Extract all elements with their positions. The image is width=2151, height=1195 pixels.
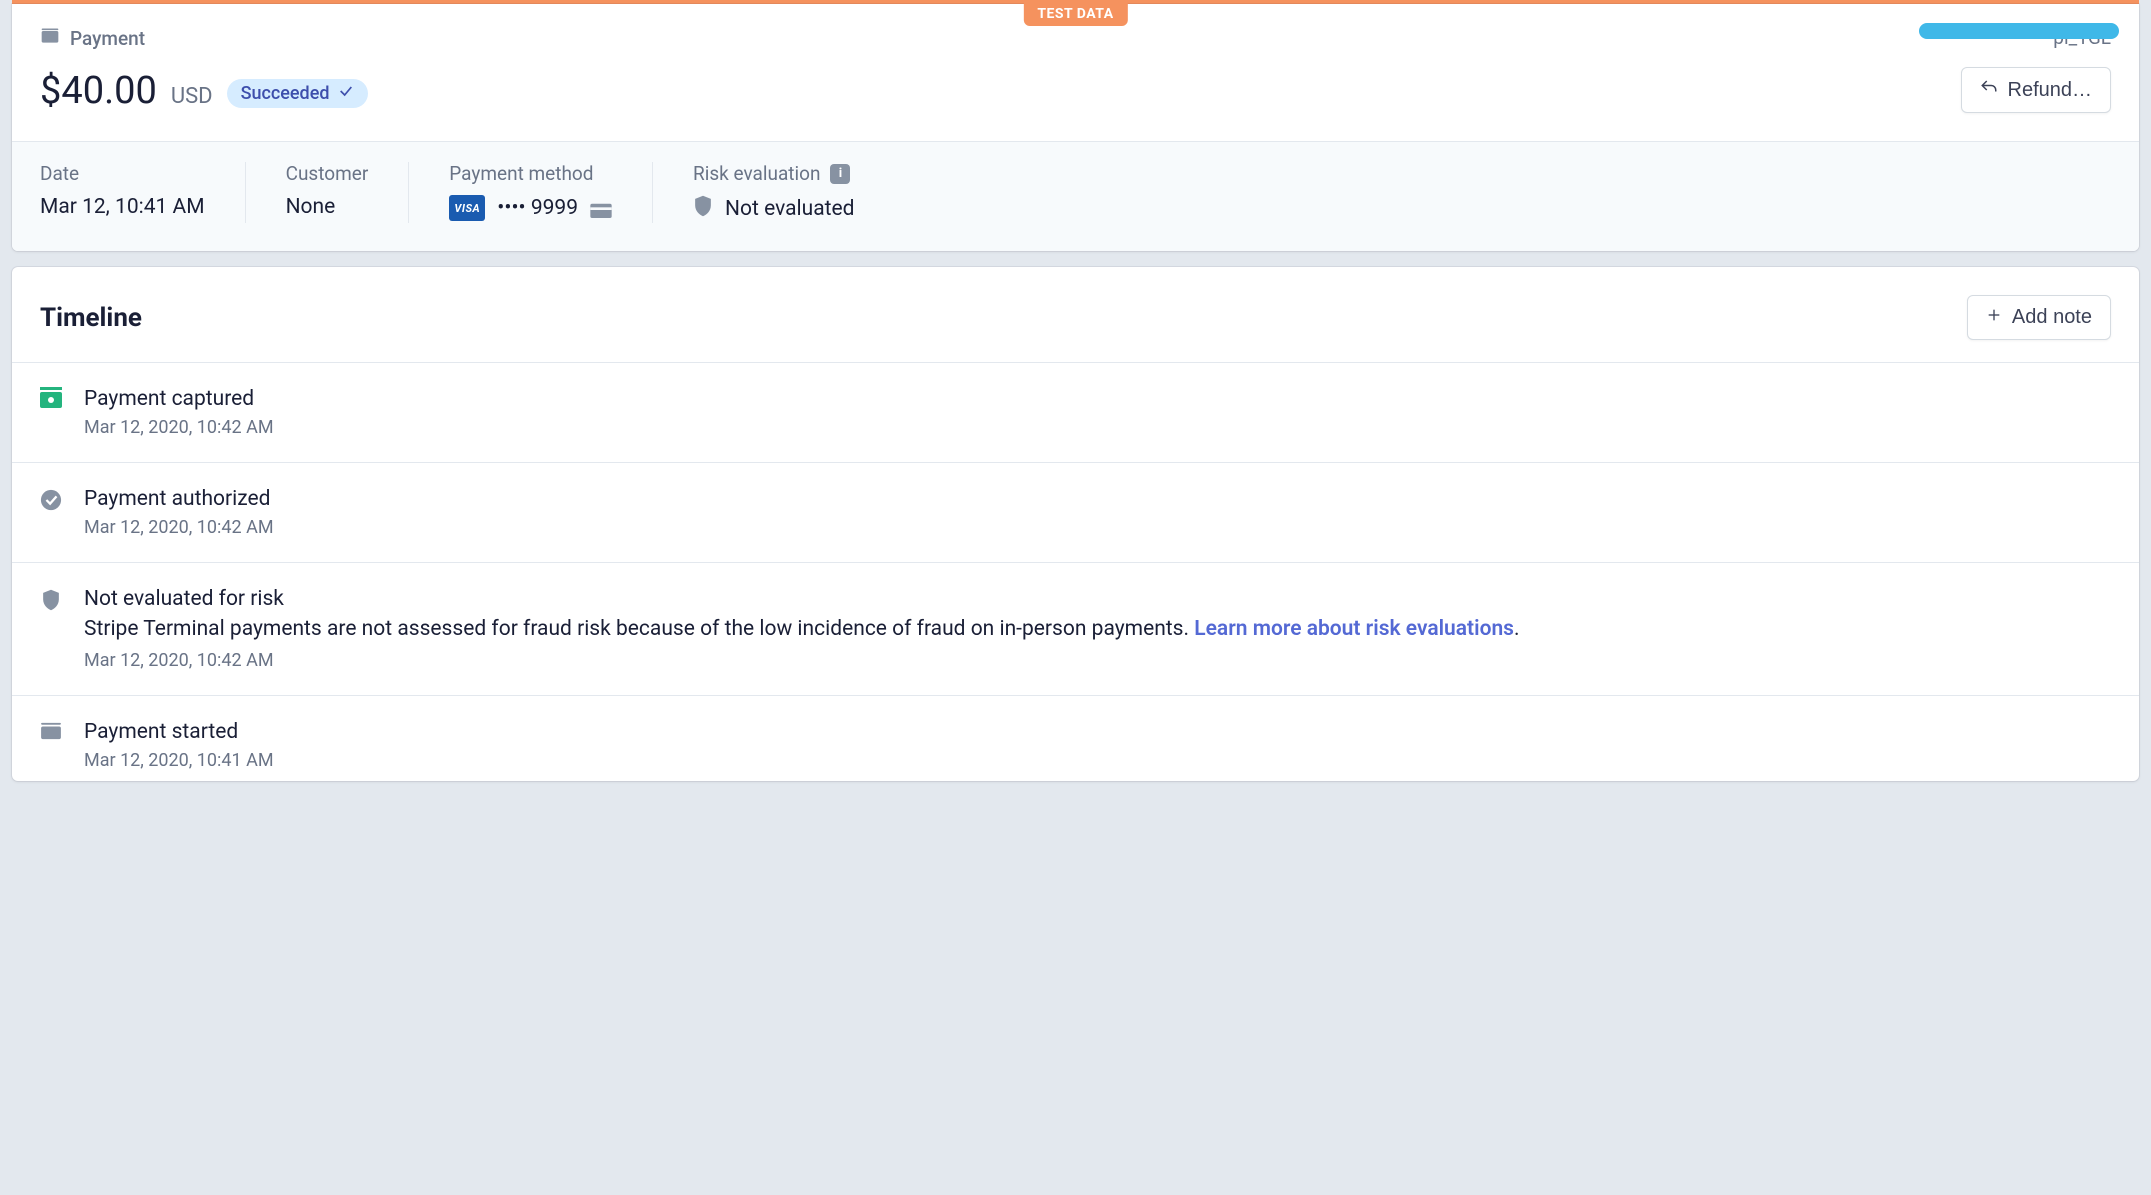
status-label: Succeeded — [241, 83, 330, 104]
visa-icon: VISA — [449, 195, 485, 221]
summary-customer-value: None — [286, 195, 369, 219]
timeline-desc-text: Stripe Terminal payments are not assesse… — [84, 617, 1194, 641]
timeline-item-title: Payment captured — [84, 387, 2111, 411]
check-circle-icon — [40, 489, 62, 511]
summary-method: Payment method VISA •••• 9999 — [449, 162, 653, 223]
payment-icon — [40, 26, 60, 51]
timeline-item-timestamp: Mar 12, 2020, 10:41 AM — [84, 750, 2111, 771]
timeline-title: Timeline — [40, 303, 142, 333]
payment-header-card: TEST DATA Payment $40.00 USD Succeeded — [12, 4, 2139, 251]
timeline-item-title: Not evaluated for risk — [84, 587, 2111, 611]
undo-icon — [1980, 78, 1998, 102]
add-note-button[interactable]: Add note — [1967, 295, 2111, 340]
summary-method-label: Payment method — [449, 162, 612, 185]
summary-method-value: VISA •••• 9999 — [449, 195, 612, 221]
summary-date-value: Mar 12, 10:41 AM — [40, 195, 205, 219]
add-note-label: Add note — [2012, 306, 2092, 329]
summary-bar: Date Mar 12, 10:41 AM Customer None Paym… — [12, 141, 2139, 251]
timeline-item-title: Payment started — [84, 720, 2111, 744]
summary-risk-label: Risk evaluation — [693, 162, 820, 185]
cash-icon — [40, 389, 62, 411]
timeline-item: Payment authorized Mar 12, 2020, 10:42 A… — [12, 463, 2139, 563]
summary-customer: Customer None — [286, 162, 410, 223]
breadcrumb-label: Payment — [70, 27, 145, 50]
payment-id[interactable]: pi_1GL — [2053, 26, 2111, 49]
timeline-item: Payment started Mar 12, 2020, 10:41 AM — [12, 696, 2139, 781]
timeline-item: Payment captured Mar 12, 2020, 10:42 AM — [12, 363, 2139, 463]
risk-learn-more-link[interactable]: Learn more about risk evaluations — [1194, 617, 1514, 641]
timeline-item-description: Stripe Terminal payments are not assesse… — [84, 615, 2111, 644]
timeline-item-timestamp: Mar 12, 2020, 10:42 AM — [84, 517, 2111, 538]
summary-risk-value: Not evaluated — [693, 195, 854, 223]
timeline-item: Not evaluated for risk Stripe Terminal p… — [12, 563, 2139, 696]
check-icon — [338, 83, 354, 104]
timeline-item-timestamp: Mar 12, 2020, 10:42 AM — [84, 417, 2111, 438]
payment-icon — [40, 722, 62, 740]
refund-button[interactable]: Refund… — [1961, 67, 2112, 113]
currency: USD — [171, 84, 213, 109]
refund-button-label: Refund… — [2008, 79, 2093, 102]
amount: $40.00 — [40, 69, 157, 113]
timeline-item-title: Payment authorized — [84, 487, 2111, 511]
breadcrumb: Payment — [40, 26, 368, 51]
summary-customer-label: Customer — [286, 162, 369, 185]
shield-icon — [693, 195, 713, 223]
shield-icon — [40, 589, 62, 611]
timeline-card: Timeline Add note Payment captured Mar 1… — [12, 267, 2139, 781]
redaction-mark — [1919, 23, 2119, 39]
card-last4: •••• 9999 — [497, 196, 578, 220]
status-badge: Succeeded — [227, 79, 368, 108]
summary-date-label: Date — [40, 162, 205, 185]
plus-icon — [1986, 306, 2002, 329]
risk-value-text: Not evaluated — [725, 197, 854, 221]
card-present-icon — [590, 200, 612, 216]
summary-date: Date Mar 12, 10:41 AM — [40, 162, 246, 223]
summary-risk: Risk evaluation i Not evaluated — [693, 162, 854, 223]
timeline-desc-after: . — [1514, 617, 1520, 641]
test-data-badge: TEST DATA — [1023, 2, 1127, 26]
info-icon[interactable]: i — [830, 164, 850, 184]
timeline-item-timestamp: Mar 12, 2020, 10:42 AM — [84, 650, 2111, 671]
